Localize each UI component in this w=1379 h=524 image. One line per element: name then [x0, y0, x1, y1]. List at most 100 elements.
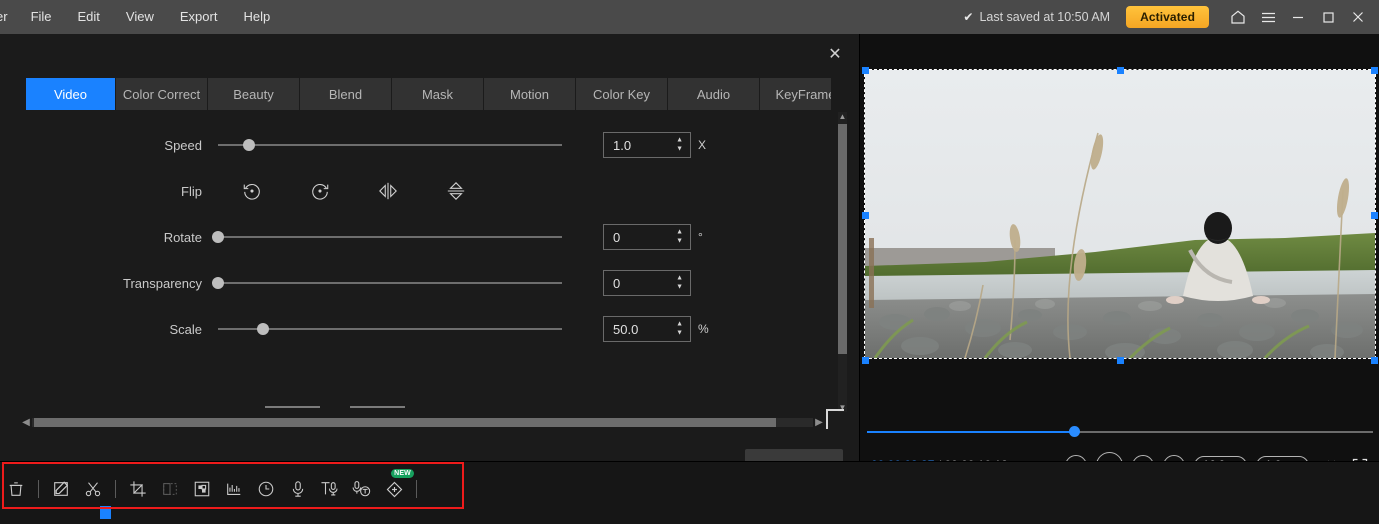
voiceover-mic-icon[interactable] — [282, 471, 314, 507]
tab-keyframe[interactable]: KeyFrame — [760, 78, 831, 110]
panel-resize-corner[interactable] — [826, 409, 844, 429]
menu-item-truncated[interactable]: er — [0, 0, 18, 34]
scroll-up-icon[interactable]: ▲ — [838, 112, 847, 121]
hscroll-thumb[interactable] — [34, 417, 776, 427]
text-to-speech-icon[interactable] — [314, 471, 346, 507]
crop-fill-icon[interactable] — [154, 471, 186, 507]
video-canvas[interactable] — [862, 67, 1378, 364]
tab-mask[interactable]: Mask — [392, 78, 484, 110]
last-saved-status: ✔ Last saved at 10:50 AM — [963, 10, 1110, 24]
resize-handle-ml[interactable] — [862, 212, 869, 219]
value-rotate: 0 — [613, 229, 621, 245]
slider-knob-transparency[interactable] — [212, 277, 224, 289]
stepper-speed[interactable]: ▲ ▼ — [676, 137, 683, 153]
tab-beauty[interactable]: Beauty — [208, 78, 300, 110]
input-rotate[interactable]: 0 ▲ ▼ — [603, 224, 691, 250]
stepper-down-icon[interactable]: ▼ — [676, 238, 683, 245]
slider-speed[interactable] — [218, 138, 562, 152]
stepper-up-icon[interactable]: ▲ — [676, 137, 683, 144]
menu-item-export[interactable]: Export — [167, 0, 231, 34]
menu-item-edit[interactable]: Edit — [65, 0, 113, 34]
property-row-rotate: Rotate 0 ▲ ▼ ° — [0, 214, 831, 260]
title-bar: er File Edit View Export Help ✔ Last sav… — [0, 0, 1379, 34]
slider-scale[interactable] — [218, 322, 562, 336]
slider-track — [218, 236, 562, 238]
stepper-rotate[interactable]: ▲ ▼ — [676, 229, 683, 245]
crop-icon[interactable] — [122, 471, 154, 507]
menu-item-help[interactable]: Help — [230, 0, 283, 34]
flip-vertical-icon[interactable] — [422, 176, 490, 206]
speed-clock-icon[interactable] — [250, 471, 282, 507]
new-badge: NEW — [391, 469, 414, 478]
preview-progress-bar[interactable] — [867, 426, 1373, 437]
slider-rotate[interactable] — [212, 230, 562, 244]
input-scale[interactable]: 50.0 ▲ ▼ — [603, 316, 691, 342]
panel-close-icon[interactable]: ✕ — [824, 44, 846, 66]
resize-handle-bc[interactable] — [1117, 357, 1124, 364]
minimize-icon[interactable] — [1283, 0, 1313, 34]
tab-audio[interactable]: Audio — [668, 78, 760, 110]
stepper-down-icon[interactable]: ▼ — [676, 146, 683, 153]
activated-badge[interactable]: Activated — [1126, 6, 1209, 28]
audio-waveform-icon[interactable] — [218, 471, 250, 507]
menu-item-file[interactable]: File — [18, 0, 65, 34]
input-speed[interactable]: 1.0 ▲ ▼ — [603, 132, 691, 158]
delete-icon[interactable] — [0, 471, 32, 507]
split-scissors-icon[interactable] — [77, 471, 109, 507]
resize-handle-bl[interactable] — [862, 357, 869, 364]
resize-handle-tr[interactable] — [1371, 67, 1378, 74]
stepper-up-icon[interactable]: ▲ — [676, 229, 683, 236]
auto-add-icon[interactable]: NEW — [378, 469, 414, 507]
stepper-up-icon[interactable]: ▲ — [676, 321, 683, 328]
hamburger-menu-icon[interactable] — [1253, 0, 1283, 34]
panel-horizontal-scrollbar[interactable]: ◀ ▶ — [20, 414, 825, 430]
maximize-icon[interactable] — [1313, 0, 1343, 34]
tab-color-key[interactable]: Color Key — [576, 78, 668, 110]
stepper-transparency[interactable]: ▲ ▼ — [676, 275, 683, 291]
toolbar-separator — [38, 480, 39, 498]
property-rows: Speed 1.0 ▲ ▼ X Flip Rotate 0 ▲ ▼ ° Transparency 0 ▲ ▼… — [0, 122, 831, 407]
scroll-right-icon[interactable]: ▶ — [813, 417, 825, 428]
video-still-illustration — [865, 70, 1375, 358]
panel-vertical-scrollbar[interactable]: ▲ ▼ — [838, 112, 847, 412]
stepper-down-icon[interactable]: ▼ — [676, 284, 683, 291]
flip-horizontal-icon[interactable] — [354, 176, 422, 206]
resize-handle-br[interactable] — [1371, 357, 1378, 364]
slider-knob-scale[interactable] — [256, 323, 269, 335]
unit-speed: X — [698, 138, 707, 152]
stepper-up-icon[interactable]: ▲ — [676, 275, 683, 282]
vscroll-thumb[interactable] — [838, 124, 847, 354]
resize-handle-mr[interactable] — [1371, 212, 1378, 219]
stepper-down-icon[interactable]: ▼ — [676, 330, 683, 337]
slider-track — [218, 144, 562, 146]
resize-handle-tc[interactable] — [1117, 67, 1124, 74]
speech-to-text-icon[interactable] — [346, 471, 378, 507]
preview-player: 00:00:03.37 / 00:00:10.12 16:9 — [861, 34, 1379, 479]
close-icon[interactable] — [1343, 0, 1373, 34]
slider-knob-rotate[interactable] — [212, 231, 224, 243]
scroll-left-icon[interactable]: ◀ — [20, 417, 32, 428]
rotate-right-icon[interactable] — [286, 176, 354, 206]
menu-item-view[interactable]: View — [113, 0, 167, 34]
value-scale: 50.0 — [613, 321, 639, 337]
slider-knob-speed[interactable] — [242, 139, 255, 151]
progress-knob[interactable] — [1069, 426, 1081, 437]
property-panel: ✕ Video Color Correct Beauty Blend Mask Motio… — [0, 34, 860, 485]
green-screen-icon[interactable] — [186, 471, 218, 507]
home-icon[interactable] — [1223, 0, 1253, 34]
unit-rotate: ° — [698, 230, 703, 244]
stepper-scale[interactable]: ▲ ▼ — [676, 321, 683, 337]
tab-video[interactable]: Video — [26, 78, 116, 110]
bottom-bar: NEW Export — [0, 461, 1379, 524]
edit-icon[interactable] — [45, 471, 77, 507]
rotate-left-icon[interactable] — [218, 176, 286, 206]
timeline-playhead[interactable] — [100, 506, 111, 519]
tab-color-correct[interactable]: Color Correct — [116, 78, 208, 110]
slider-track — [218, 328, 562, 330]
hscroll-track[interactable] — [32, 417, 813, 427]
resize-handle-tl[interactable] — [862, 67, 869, 74]
input-transparency[interactable]: 0 ▲ ▼ — [603, 270, 691, 296]
tab-blend[interactable]: Blend — [300, 78, 392, 110]
slider-transparency[interactable] — [212, 276, 562, 290]
tab-motion[interactable]: Motion — [484, 78, 576, 110]
